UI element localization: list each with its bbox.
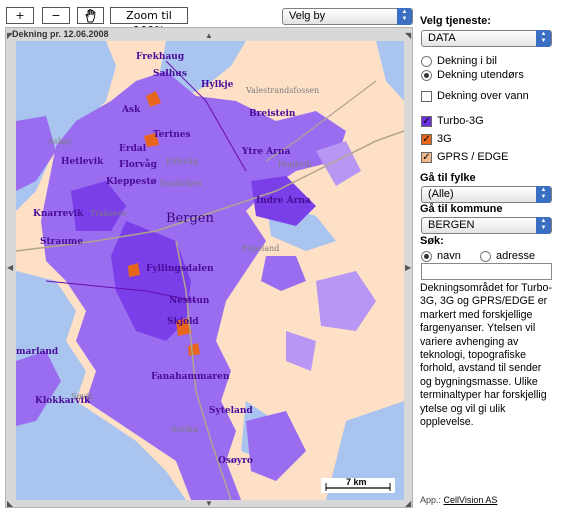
radio-button[interactable] [421,55,432,67]
place-label: Breistein [249,109,296,119]
gprs-checkbox[interactable]: ✓ [421,151,432,163]
place-label: Sovika [171,425,198,434]
radio-label: Dekning i bil [437,55,497,67]
place-label: Bergen [166,211,214,226]
hand-icon [85,9,95,23]
place-label: Frekhaug [136,52,185,62]
radio-coverage-car[interactable]: Dekning i bil [421,55,497,67]
app-credit: App.: CellVision AS [420,495,497,505]
legend-gprs[interactable]: ✓ GPRS / EDGE [421,151,509,163]
legend-label: Turbo-3G [437,115,484,127]
zoom-reset-button[interactable]: Zoom til 100% [110,7,188,37]
coverage-map[interactable]: 7 km Frekhaug Salhus Ask Hylkje Valestra… [16,41,404,500]
pan-tool-button[interactable] [77,7,104,24]
place-label: Askøy [47,137,73,146]
place-label: Hetlevik [61,157,104,167]
turbo3g-checkbox[interactable]: ✓ [421,115,432,127]
place-label: Ytre Arna [241,147,290,157]
place-label: Espeland [242,244,279,253]
place-label: Osøyro [218,456,253,466]
radio-search-name[interactable]: navn [421,250,461,262]
scale-label: 7 km [346,477,367,487]
place-label: Erdal [119,144,147,154]
legend-turbo3g[interactable]: ✓ Turbo-3G [421,115,484,127]
service-label: Velg tjeneste: [420,15,491,27]
place-label: Fanahammaren [151,372,230,382]
municipality-select-value: BERGEN [428,219,475,231]
pan-northwest-icon[interactable]: ◤ [7,32,13,40]
pan-southeast-icon[interactable]: ◢ [405,500,411,508]
city-select[interactable]: Velg by ▲ ▼ [282,8,413,25]
checkbox[interactable] [421,90,432,102]
city-select-value: Velg by [289,10,326,22]
place-label: Ask [121,105,141,115]
select-arrows-icon: ▲ ▼ [536,30,551,47]
place-label: Sandviken [160,179,202,188]
place-label: Trakseve [90,209,127,218]
place-label: Fyllingsdalen [146,264,214,274]
county-label: Gå til fylke [420,172,476,184]
place-label: Tertnes [153,130,191,140]
radio-button[interactable] [480,250,491,262]
place-label: Indre Arna [256,196,311,206]
zoom-in-button[interactable]: + [6,7,34,24]
place-label: Skjold [167,317,199,327]
map-frame: Dekning pr. 12.06.2008 ▲ ▼ ◀ ▶ ◤ ◥ ◣ ◢ 7… [5,27,413,508]
legend-label: 3G [437,133,452,145]
coverage-info-text: Dekningsområdet for Turbo-3G, 3G og GPRS… [420,282,552,429]
legend-label: GPRS / EDGE [437,151,509,163]
service-select-value: DATA [428,32,456,44]
place-label: Florvåg [119,158,158,170]
select-arrows-icon: ▲ ▼ [397,8,412,25]
place-label: Hylkje [201,80,234,90]
legend-3g[interactable]: ✓ 3G [421,133,452,145]
municipality-label: Gå til kommune [420,203,503,215]
place-label: marland [16,347,59,357]
place-label: Eidsvåg [166,157,198,166]
radio-button[interactable] [421,69,432,81]
place-label: Salhus [153,69,187,79]
county-select-value: (Alle) [428,188,454,200]
radio-coverage-outdoor[interactable]: Dekning utendørs [421,69,524,81]
place-label: Syteland [209,406,253,416]
checkbox-coverage-water[interactable]: Dekning over vann [421,90,529,102]
place-label: Haukvik [278,160,312,169]
place-label: Søvik [71,392,93,401]
place-label: Kleppestø [106,177,157,187]
service-select[interactable]: DATA ▲ ▼ [421,30,552,47]
search-input[interactable] [421,263,552,280]
pan-southwest-icon[interactable]: ◣ [7,500,13,508]
place-label: Nesttun [169,296,210,306]
search-label: Søk: [420,235,444,247]
place-label: Knarrevik [33,209,84,219]
radio-search-address[interactable]: adresse [480,250,535,262]
radio-button[interactable] [421,250,432,262]
pan-east-icon[interactable]: ▶ [405,264,411,272]
municipality-select[interactable]: BERGEN ▲ ▼ [421,217,552,234]
checkbox-label: Dekning over vann [437,90,529,102]
radio-label: navn [437,250,461,262]
place-label: Straume [40,237,83,247]
radio-label: adresse [496,250,536,262]
pan-south-icon[interactable]: ▼ [205,500,213,508]
3g-checkbox[interactable]: ✓ [421,133,432,145]
cellvision-link[interactable]: CellVision AS [444,495,498,505]
pan-northeast-icon[interactable]: ◥ [405,32,411,40]
pan-west-icon[interactable]: ◀ [7,264,13,272]
coverage-date-label: Dekning pr. 12.06.2008 [12,29,109,39]
select-arrows-icon: ▲ ▼ [536,217,551,234]
radio-label: Dekning utendørs [437,69,524,81]
zoom-out-button[interactable]: − [42,7,70,24]
pan-north-icon[interactable]: ▲ [205,32,213,40]
credit-prefix: App.: [420,495,442,505]
county-select[interactable]: (Alle) ▲ ▼ [421,186,552,203]
select-arrows-icon: ▲ ▼ [536,186,551,203]
place-label: Valestrandsfossen [245,86,319,95]
